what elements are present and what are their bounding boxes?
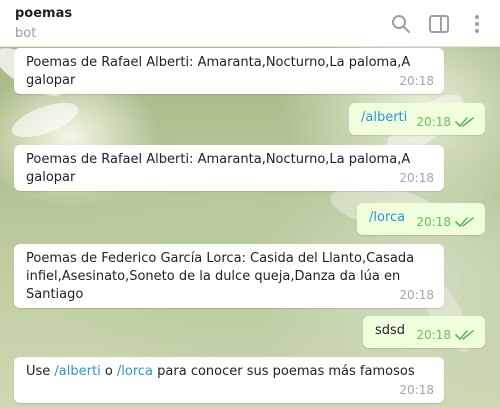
message-time: 20:18 xyxy=(399,288,434,302)
chat-subtitle: bot xyxy=(15,26,37,41)
double-check-icon xyxy=(455,329,475,341)
more-icon[interactable] xyxy=(465,12,489,36)
message-text-suffix: para conocer sus poemas más famosos xyxy=(153,364,415,379)
chat-header: poemas bot xyxy=(0,0,500,47)
message-text-prefix: Use xyxy=(26,364,55,379)
search-icon[interactable] xyxy=(389,12,413,36)
message-time: 20:18 xyxy=(416,215,451,229)
outgoing-message: /lorca 20:18 xyxy=(357,203,485,235)
background-petal xyxy=(7,95,83,145)
incoming-message: Poemas de Federico García Lorca: Casida … xyxy=(14,244,444,308)
message-time: 20:18 xyxy=(399,383,434,397)
message-time: 20:18 xyxy=(399,171,434,185)
incoming-message: Use /alberti o /lorca para conocer sus p… xyxy=(14,357,444,403)
sidebar-icon[interactable] xyxy=(427,12,451,36)
double-check-icon xyxy=(455,116,475,128)
message-text: Poemas de Rafael Alberti: Amaranta,Noctu… xyxy=(26,55,411,88)
incoming-message: Poemas de Rafael Alberti: Amaranta,Noctu… xyxy=(14,145,444,191)
message-time: 20:18 xyxy=(416,115,451,129)
message-time: 20:18 xyxy=(416,328,451,342)
chat-area[interactable]: Poemas de Rafael Alberti: Amaranta,Noctu… xyxy=(0,47,500,407)
outgoing-message: /alberti 20:18 xyxy=(349,103,485,135)
message-text: Use /alberti o /lorca para conocer sus p… xyxy=(26,363,432,381)
chat-title[interactable]: poemas xyxy=(15,6,72,21)
outgoing-message: sdsd 20:18 xyxy=(363,316,485,348)
double-check-icon xyxy=(455,216,475,228)
bot-command-link[interactable]: /alberti xyxy=(54,364,100,379)
message-text: Poemas de Federico García Lorca: Casida … xyxy=(26,251,415,302)
message-time: 20:18 xyxy=(399,74,434,88)
message-text-mid: o xyxy=(100,364,117,379)
bot-command-link[interactable]: /lorca xyxy=(117,364,153,379)
message-text: Poemas de Rafael Alberti: Amaranta,Noctu… xyxy=(26,152,411,185)
incoming-message: Poemas de Rafael Alberti: Amaranta,Noctu… xyxy=(14,48,444,94)
